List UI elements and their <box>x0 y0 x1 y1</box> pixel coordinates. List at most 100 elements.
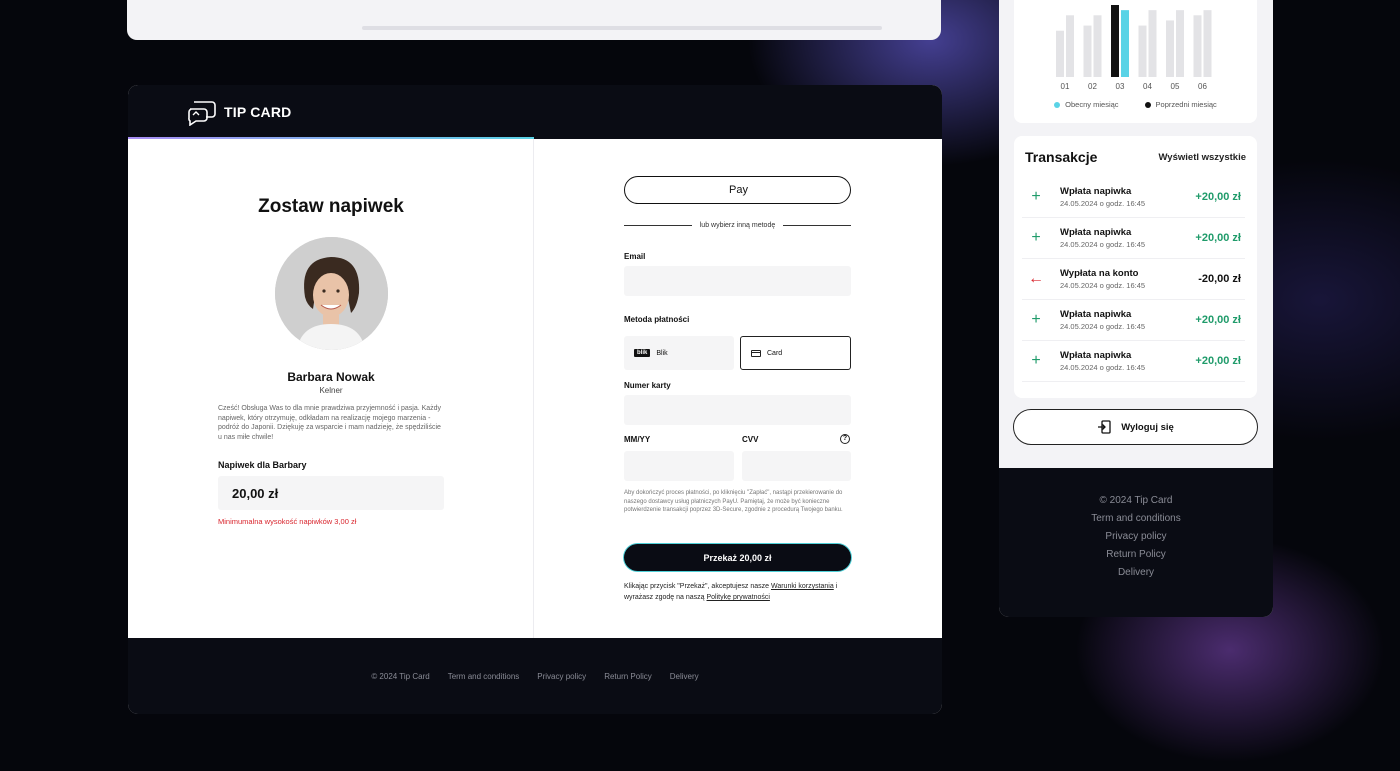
tip-min-warning: Minimumalna wysokość napiwków 3,00 zł <box>218 517 357 526</box>
chart-tick-label: 05 <box>1171 82 1180 91</box>
transaction-text: Wpłata napiwka 24.05.2024 o godz. 16:45 <box>1050 186 1195 208</box>
footer-link-return[interactable]: Return Policy <box>604 672 652 681</box>
chart-bar <box>1056 30 1064 77</box>
transaction-text: Wpłata napiwka 24.05.2024 o godz. 16:45 <box>1050 309 1195 331</box>
cvv-label: CVV <box>742 435 759 444</box>
main-footer: © 2024 Tip Card Term and conditions Priv… <box>128 638 942 714</box>
person-name: Barbara Nowak <box>287 370 375 384</box>
transactions-title: Transakcje <box>1025 149 1098 165</box>
chart-bar <box>1193 15 1202 78</box>
logout-label: Wyloguj się <box>1121 421 1174 433</box>
card-number-label: Numer karty <box>624 381 671 390</box>
credit-card-icon <box>751 349 761 357</box>
logout-button[interactable]: Wyloguj się <box>1013 409 1258 445</box>
help-icon[interactable]: ? <box>840 434 850 444</box>
divider-text: lub wybierz inną metodę <box>699 222 776 229</box>
apple-pay-button[interactable]: Pay <box>624 176 851 204</box>
transactions-panel: Transakcje Wyświetl wszystkie + Wpłata na… <box>1014 136 1257 398</box>
email-field[interactable] <box>624 266 851 296</box>
transaction-amount: +20,00 zł <box>1195 191 1241 203</box>
footer-link-terms[interactable]: Term and conditions <box>448 672 520 681</box>
brand-logo[interactable]: TIP CARD <box>186 98 291 126</box>
transaction-date: 24.05.2024 o godz. 16:45 <box>1060 240 1146 249</box>
transaction-date: 24.05.2024 o godz. 16:45 <box>1060 199 1146 208</box>
tip-card-panel: TIP CARD Zostaw napiwek Barbara Nowak Ke <box>128 85 942 714</box>
transactions-list: + Wpłata napiwka 24.05.2024 o godz. 16:45 +… <box>1022 177 1245 382</box>
avatar <box>275 237 388 350</box>
transaction-name: Wypłata na konto <box>1060 268 1139 279</box>
transaction-date: 24.05.2024 o godz. 16:45 <box>1060 322 1146 331</box>
transaction-row[interactable]: + Wpłata napiwka 24.05.2024 o godz. 16:45 +… <box>1022 341 1245 382</box>
payment-method-card[interactable]: Card <box>740 336 851 370</box>
transaction-text: Wpłata napiwka 24.05.2024 o godz. 16:45 <box>1050 227 1195 249</box>
transaction-row[interactable]: + Wpłata napiwka 24.05.2024 o godz. 16:45 +… <box>1022 218 1245 259</box>
footer-link-privacy[interactable]: Privacy policy <box>1105 531 1166 542</box>
transaction-date: 24.05.2024 o godz. 16:45 <box>1060 363 1146 372</box>
expiry-field[interactable] <box>624 451 734 481</box>
main-header: TIP CARD <box>128 85 942 139</box>
payment-method-label: Metoda płatności <box>624 315 690 324</box>
show-all-link[interactable]: Wyświetl wszystkie <box>1159 152 1246 163</box>
chart-tick-label: 04 <box>1143 82 1152 91</box>
sidebar-footer: © 2024 Tip Card Term and conditions Priv… <box>999 468 1273 617</box>
plus-icon: + <box>1031 188 1041 205</box>
previous-card-edge <box>127 0 941 40</box>
transaction-amount: +20,00 zł <box>1195 355 1241 367</box>
chart-tick-label: 06 <box>1198 82 1207 91</box>
transaction-name: Wpłata napiwka <box>1060 309 1132 320</box>
transaction-row[interactable]: + Wpłata napiwka 24.05.2024 o godz. 16:45 +… <box>1022 300 1245 341</box>
tip-info-pane: Zostaw napiwek Barbara Nowak Kelner Cześ… <box>128 139 534 638</box>
footer-link-delivery[interactable]: Delivery <box>1118 567 1154 578</box>
privacy-link[interactable]: Politykę prywatności <box>707 594 770 601</box>
cvv-field[interactable] <box>742 451 851 481</box>
chart-bar <box>1203 10 1212 78</box>
person-role: Kelner <box>319 386 343 395</box>
divider-line <box>783 225 851 226</box>
chart-bar <box>1166 20 1174 77</box>
chart-legend: Obecny miesiąc Poprzedni miesiąc <box>1014 100 1257 109</box>
divider-line <box>624 225 692 226</box>
plus-icon: + <box>1031 229 1041 246</box>
chart-bar <box>1121 10 1129 78</box>
earnings-chart: 01 02 03 04 05 06 Obecny miesiąc Poprzedni mi… <box>1014 0 1257 123</box>
terms-text: Klikając przycisk "Przekaż", akceptujesz… <box>624 581 854 603</box>
footer-link-privacy[interactable]: Privacy policy <box>537 672 586 681</box>
plus-icon: + <box>1031 311 1041 328</box>
chart-tick-label: 02 <box>1088 82 1097 91</box>
card-number-field[interactable] <box>624 395 851 425</box>
footer-link-return[interactable]: Return Policy <box>1106 549 1165 560</box>
legend-item: Obecny miesiąc <box>1054 100 1119 109</box>
scroll-bar <box>362 26 882 30</box>
footer-copyright: © 2024 Tip Card <box>371 671 430 681</box>
payment-method-blik[interactable]: blik Blik <box>624 336 734 370</box>
chart-tick-label: 03 <box>1116 82 1125 91</box>
apple-pay-label: Pay <box>729 184 748 196</box>
legend-item: Poprzedni miesiąc <box>1144 100 1217 109</box>
chart-bar <box>1066 15 1074 78</box>
chart-tick-label: 01 <box>1061 82 1070 91</box>
transaction-date: 24.05.2024 o godz. 16:45 <box>1060 281 1146 290</box>
transaction-amount: +20,00 zł <box>1195 314 1241 326</box>
footer-link-delivery[interactable]: Delivery <box>670 672 699 681</box>
footer-link-terms[interactable]: Term and conditions <box>1091 513 1181 524</box>
chart-bar <box>1093 15 1102 78</box>
transaction-name: Wpłata napiwka <box>1060 227 1132 238</box>
transaction-row[interactable]: ← Wypłata na konto 24.05.2024 o godz. 16:4… <box>1022 259 1245 300</box>
blik-icon: blik <box>634 349 651 357</box>
terms-part: Klikając przycisk "Przekaż", akceptujesz… <box>624 583 771 590</box>
terms-link[interactable]: Warunki korzystania <box>771 583 834 590</box>
chart-bar <box>1083 25 1092 77</box>
transaction-row[interactable]: + Wpłata napiwka 24.05.2024 o godz. 16:45 +… <box>1022 177 1245 218</box>
arrow-left-icon: ← <box>1028 270 1044 287</box>
email-label: Email <box>624 252 646 261</box>
transaction-name: Wpłata napiwka <box>1060 186 1132 197</box>
pay-button[interactable]: Przekaż 20,00 zł <box>624 544 851 571</box>
account-sidebar: 01 02 03 04 05 06 Obecny miesiąc Poprzedni mi… <box>999 0 1273 617</box>
person-photo-icon <box>275 237 388 350</box>
tip-amount-input[interactable]: 20,00 zł <box>218 476 444 510</box>
logout-icon <box>1097 420 1111 434</box>
plus-icon: + <box>1031 352 1041 369</box>
footer-copyright: © 2024 Tip Card <box>1099 495 1173 506</box>
chart-bar <box>1148 10 1157 78</box>
tip-card-logo-icon <box>188 101 216 126</box>
